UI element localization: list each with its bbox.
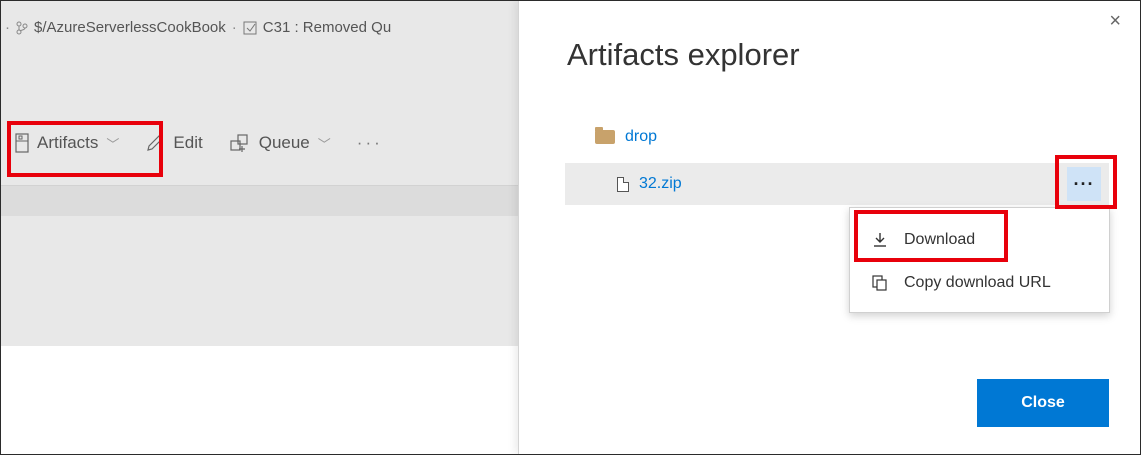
- file-label: 32.zip: [639, 175, 682, 192]
- menu-item-copy-url[interactable]: Copy download URL: [850, 263, 1109, 303]
- breadcrumb-separator: ·: [231, 19, 237, 36]
- file-icon: [617, 176, 629, 192]
- panel-title: Artifacts explorer: [567, 37, 800, 72]
- edit-button[interactable]: Edit: [145, 133, 203, 153]
- folder-label: drop: [625, 128, 658, 145]
- close-button[interactable]: Close: [977, 379, 1109, 427]
- pencil-icon: [145, 133, 165, 153]
- queue-icon: [229, 133, 251, 153]
- copy-icon: [870, 275, 890, 291]
- artifacts-explorer-panel: × Artifacts explorer drop 32.zip ··· Dow…: [518, 1, 1140, 454]
- edit-label: Edit: [173, 133, 203, 152]
- tree-file-row[interactable]: 32.zip ···: [565, 163, 1109, 205]
- artifacts-button[interactable]: Artifacts ﹀: [15, 133, 119, 153]
- breadcrumb: · $/AzureServerlessCookBook · C31 : Remo…: [5, 19, 391, 36]
- breadcrumb-separator: ·: [5, 19, 10, 36]
- artifacts-icon: [15, 133, 29, 153]
- background-page: · $/AzureServerlessCookBook · C31 : Remo…: [1, 1, 518, 454]
- artifacts-label: Artifacts: [37, 133, 99, 152]
- menu-item-label: Download: [904, 231, 976, 248]
- menu-item-label: Copy download URL: [904, 274, 1051, 291]
- queue-button[interactable]: Queue ﹀: [229, 133, 331, 153]
- menu-item-download[interactable]: Download: [850, 220, 1109, 260]
- page-header-area: [1, 1, 518, 346]
- breadcrumb-changeset-link[interactable]: C31 : Removed Qu: [263, 19, 391, 36]
- chevron-down-icon: ﹀: [106, 136, 120, 152]
- tab-band: [1, 186, 518, 216]
- branch-icon: [16, 21, 28, 35]
- tree-folder-drop[interactable]: drop: [595, 127, 658, 146]
- folder-icon: [595, 127, 615, 144]
- queue-label: Queue: [258, 133, 310, 152]
- breadcrumb-repo-link[interactable]: $/AzureServerlessCookBook: [34, 19, 226, 36]
- chevron-down-icon: ﹀: [317, 136, 331, 152]
- file-more-button[interactable]: ···: [1067, 167, 1101, 201]
- screenshot-frame: · $/AzureServerlessCookBook · C31 : Remo…: [0, 0, 1141, 455]
- file-context-menu: Download Copy download URL: [849, 207, 1110, 313]
- changeset-icon: [243, 21, 257, 35]
- more-actions-button[interactable]: ···: [357, 133, 383, 153]
- build-toolbar: Artifacts ﹀ Edit Queue ﹀ ···: [15, 133, 383, 153]
- close-icon[interactable]: ×: [1109, 11, 1121, 31]
- page-content-area: [1, 346, 518, 454]
- file-item[interactable]: 32.zip: [617, 175, 682, 193]
- download-icon: [870, 232, 890, 248]
